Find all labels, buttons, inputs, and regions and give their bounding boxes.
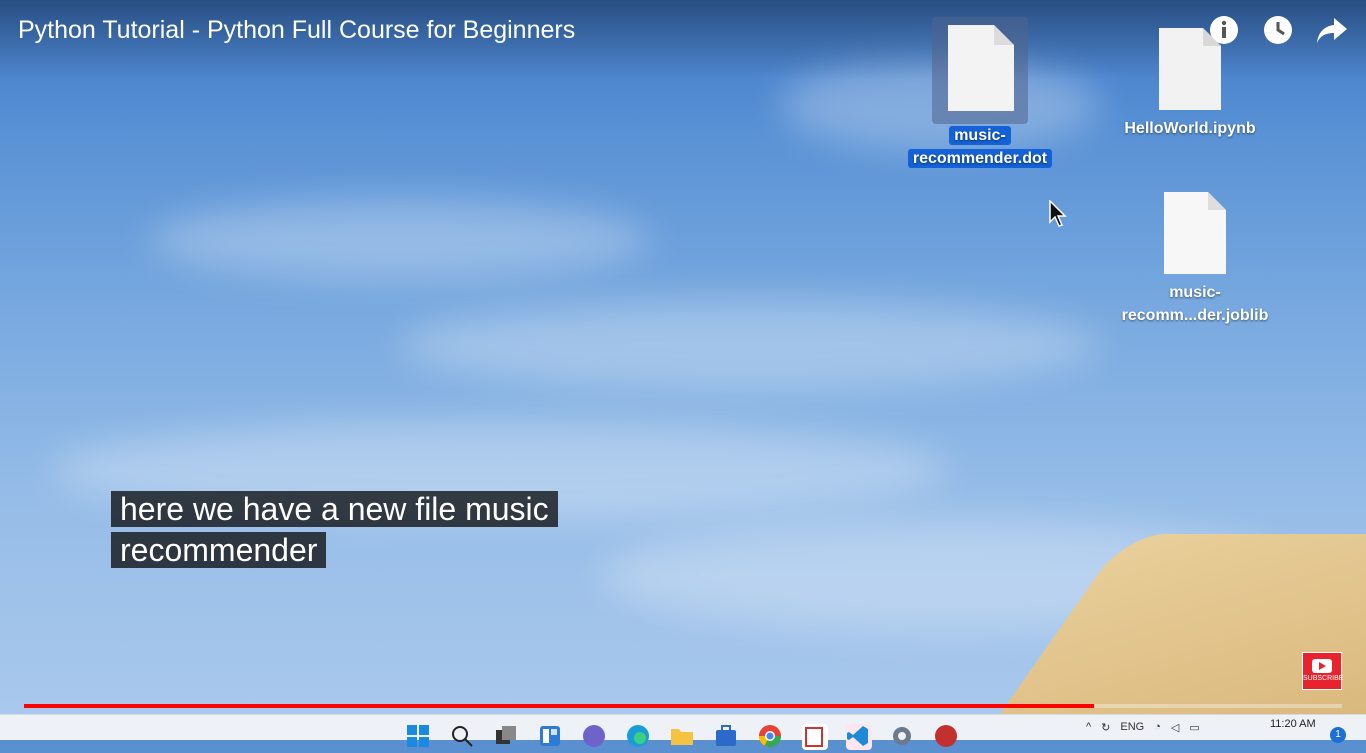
file-name: recommender.dot bbox=[907, 149, 1053, 168]
document-icon bbox=[1164, 192, 1226, 274]
battery-icon[interactable]: ▭ bbox=[1189, 721, 1199, 734]
notification-badge[interactable]: 1 bbox=[1330, 727, 1346, 743]
file-name: music- bbox=[1169, 284, 1221, 301]
wifi-icon[interactable]: ◔ bbox=[1154, 721, 1161, 734]
widgets-icon[interactable] bbox=[538, 724, 564, 750]
file-name: recomm...der.joblib bbox=[1121, 307, 1269, 324]
file-name: music- bbox=[949, 126, 1011, 145]
share-icon[interactable] bbox=[1316, 14, 1348, 46]
chevron-up-icon[interactable]: ^ bbox=[1086, 721, 1091, 734]
teams-icon[interactable] bbox=[582, 724, 608, 750]
subscribe-label: SUBSCRIBE bbox=[1303, 675, 1344, 682]
video-title[interactable]: Python Tutorial - Python Full Course for… bbox=[18, 16, 575, 45]
refresh-icon[interactable]: ↻ bbox=[1101, 721, 1110, 734]
video-player[interactable]: Python Tutorial - Python Full Course for… bbox=[0, 0, 1366, 714]
chrome-icon[interactable] bbox=[758, 724, 784, 750]
mouse-cursor-icon bbox=[1049, 200, 1067, 227]
system-tray: ^ ↻ ENG ◔ ◁ ▭ bbox=[1086, 721, 1200, 734]
progress-played bbox=[24, 704, 1095, 708]
file-name: HelloWorld.ipynb bbox=[1124, 120, 1256, 137]
subtitle-caption: here we have a new file music recommende… bbox=[111, 489, 558, 571]
desktop-file-joblib[interactable]: music- recomm...der.joblib bbox=[1100, 190, 1290, 327]
desktop-file-music-recommender-dot[interactable]: music- recommender.dot bbox=[897, 17, 1063, 170]
task-view-icon[interactable] bbox=[494, 724, 520, 750]
youtube-play-icon bbox=[1312, 659, 1332, 673]
store-icon[interactable] bbox=[714, 724, 740, 750]
edge-icon[interactable] bbox=[626, 724, 652, 750]
search-icon[interactable] bbox=[450, 724, 476, 750]
document-icon bbox=[1159, 28, 1221, 110]
file-explorer-icon[interactable] bbox=[670, 724, 696, 750]
language-indicator[interactable]: ENG bbox=[1120, 721, 1144, 734]
vscode-icon[interactable] bbox=[846, 724, 872, 750]
windows-start-icon[interactable] bbox=[406, 724, 432, 750]
taskbar-clock[interactable]: 11:20 AM bbox=[1270, 718, 1316, 730]
windows-taskbar: ^ ↻ ENG ◔ ◁ ▭ 11:20 AM 1 bbox=[0, 714, 1366, 750]
app-icon[interactable] bbox=[802, 724, 828, 750]
subscribe-button[interactable]: SUBSCRIBE bbox=[1302, 652, 1344, 690]
caption-line: here we have a new file music bbox=[111, 491, 558, 527]
desktop-file-helloworld[interactable]: HelloWorld.ipynb bbox=[1110, 26, 1270, 140]
document-icon bbox=[948, 25, 1014, 111]
settings-icon[interactable] bbox=[890, 724, 916, 750]
video-progress-bar[interactable] bbox=[24, 704, 1342, 708]
caption-line: recommender bbox=[111, 532, 327, 568]
volume-icon[interactable]: ◁ bbox=[1171, 721, 1179, 734]
app-red-icon[interactable] bbox=[934, 724, 960, 750]
